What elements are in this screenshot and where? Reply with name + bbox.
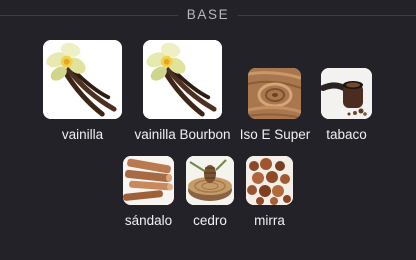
section-header: BASE bbox=[0, 0, 416, 32]
sandalwood-sticks-icon bbox=[123, 156, 174, 205]
tobacco-pipe-icon bbox=[321, 68, 372, 119]
note-label: cedro bbox=[193, 213, 227, 228]
note-label: sándalo bbox=[124, 213, 173, 228]
note-label: mirra bbox=[254, 213, 285, 228]
note-label: tabaco bbox=[326, 127, 367, 142]
myrrh-resin-icon bbox=[246, 156, 293, 205]
note-label: vainilla bbox=[61, 127, 104, 142]
header-divider-right bbox=[238, 15, 416, 16]
vanilla-flower-icon bbox=[143, 40, 222, 119]
cedar-log-icon bbox=[186, 156, 234, 205]
note-label: vainilla Bourbon bbox=[134, 127, 231, 142]
vanilla-flower-icon bbox=[43, 40, 122, 119]
wood-grain-icon bbox=[248, 68, 301, 119]
note-label: Iso E Super bbox=[239, 127, 311, 142]
